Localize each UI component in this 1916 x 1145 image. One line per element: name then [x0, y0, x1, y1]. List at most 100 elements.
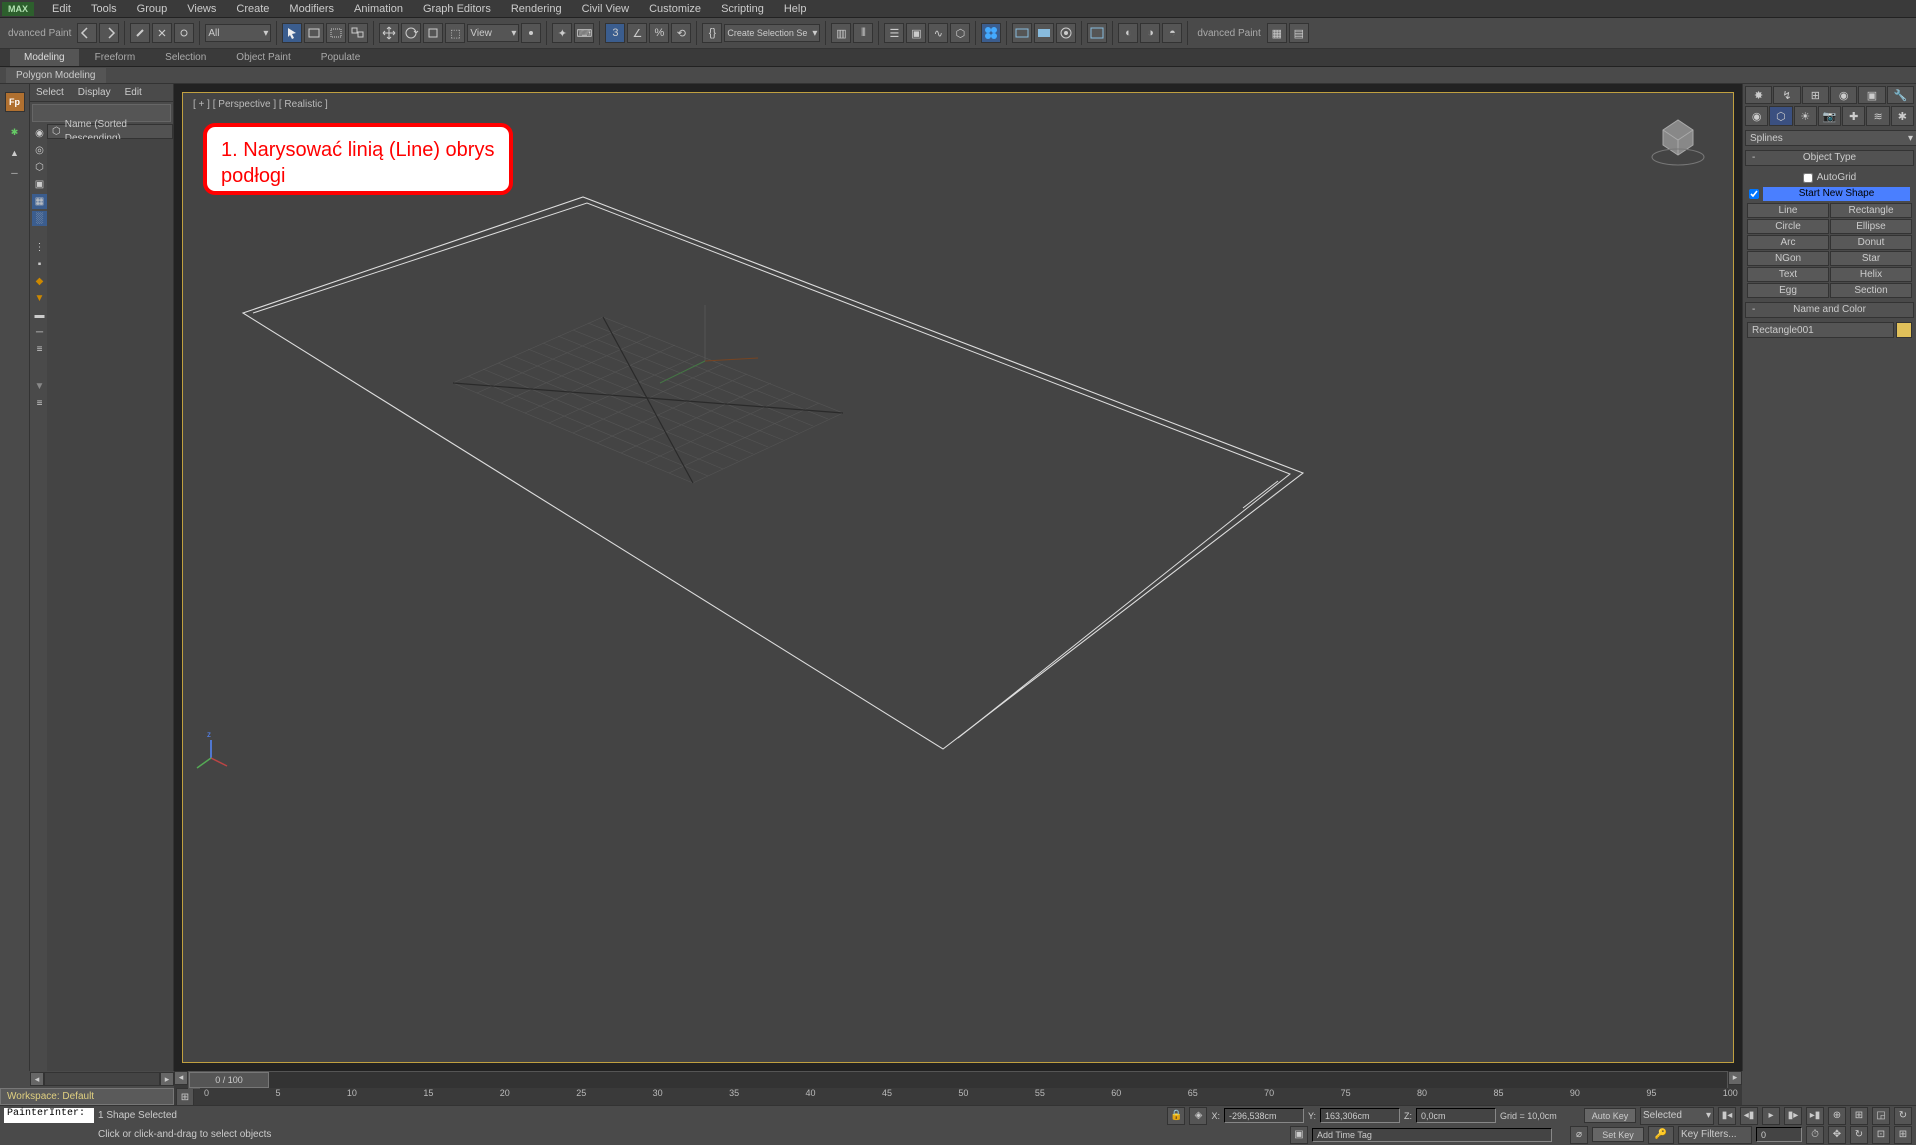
scroll-left-icon[interactable]: ◂	[30, 1072, 44, 1086]
select-name-button[interactable]	[304, 23, 324, 43]
cmdtab-display[interactable]: ▣	[1858, 86, 1885, 104]
timeline-ruler[interactable]: 0510152025303540455055606570758085909510…	[200, 1088, 1742, 1104]
frozen-icon[interactable]: ◆	[32, 274, 47, 289]
color-swatch[interactable]	[1896, 322, 1912, 338]
btn-text[interactable]: Text	[1747, 267, 1829, 282]
render-production-button[interactable]	[1056, 23, 1076, 43]
btn-arc[interactable]: Arc	[1747, 235, 1829, 250]
startnew-check[interactable]	[1749, 189, 1759, 199]
anim-goto-start[interactable]: ▮◂	[1718, 1107, 1736, 1125]
keyboard-shortcut-button[interactable]: ⌨	[574, 23, 594, 43]
percent-snap-button[interactable]: %	[649, 23, 669, 43]
menu-group[interactable]: Group	[127, 0, 178, 18]
key-mode-combo[interactable]: Selected▾	[1640, 1107, 1714, 1125]
anim-btn-a[interactable]: ⊞	[176, 1088, 194, 1106]
btn-circle[interactable]: Circle	[1747, 219, 1829, 234]
menu-modifiers[interactable]: Modifiers	[279, 0, 344, 18]
select-object-button[interactable]	[282, 23, 302, 43]
coord-x[interactable]: -296,538cm	[1224, 1108, 1304, 1123]
object-name-input[interactable]	[1747, 322, 1894, 338]
camera-icon[interactable]: ▣	[32, 177, 47, 192]
unknown-btn-3[interactable]: ◓	[1162, 23, 1182, 43]
misc-icon-3[interactable]: ≡	[32, 342, 47, 357]
light-icon[interactable]: ◎	[32, 143, 47, 158]
sb-icon-1[interactable]: ✱	[5, 124, 25, 141]
select-region-button[interactable]	[326, 23, 346, 43]
subtab-lights[interactable]: ☀	[1794, 106, 1817, 126]
anim-goto-end[interactable]: ▸▮	[1806, 1107, 1824, 1125]
settings-icon[interactable]: ≡	[32, 396, 47, 411]
helper-icon[interactable]: ▦	[32, 194, 47, 209]
scroll-right-icon[interactable]: ▸	[160, 1072, 174, 1086]
menu-customize[interactable]: Customize	[639, 0, 711, 18]
shape-icon[interactable]: ⬡	[32, 160, 47, 175]
link-button[interactable]	[130, 23, 150, 43]
subtab-systems[interactable]: ✱	[1891, 106, 1914, 126]
scale-button[interactable]	[423, 23, 443, 43]
subtab-geometry[interactable]: ◉	[1745, 106, 1768, 126]
btn-ellipse[interactable]: Ellipse	[1830, 219, 1912, 234]
coord-z[interactable]: 0,0cm	[1416, 1108, 1496, 1123]
paint-btn-2[interactable]: ▤	[1289, 23, 1309, 43]
tab-modeling[interactable]: Modeling	[10, 49, 79, 66]
autogrid-check[interactable]	[1803, 173, 1813, 183]
redo-button[interactable]	[99, 23, 119, 43]
btn-ngon[interactable]: NGon	[1747, 251, 1829, 266]
placement-button[interactable]: ⬚	[445, 23, 465, 43]
script-listener[interactable]: PainterInter:	[4, 1108, 94, 1123]
named-selection-combo[interactable]: Create Selection Se▾	[724, 24, 820, 42]
funnel-icon[interactable]: ▼	[32, 379, 47, 394]
curve-editor-button[interactable]: ∿	[928, 23, 948, 43]
autokey-button[interactable]: Auto Key	[1584, 1108, 1636, 1123]
workspace-label[interactable]: Workspace: Default	[0, 1088, 174, 1105]
menu-animation[interactable]: Animation	[344, 0, 413, 18]
unlink-button[interactable]	[152, 23, 172, 43]
tab-populate[interactable]: Populate	[307, 49, 374, 66]
se-hscroll[interactable]: ◂ ▸	[30, 1071, 174, 1087]
cmdtab-motion[interactable]: ◉	[1830, 86, 1857, 104]
sb-icon-3[interactable]: ─	[5, 164, 25, 181]
hidden-icon[interactable]: ▼	[32, 291, 47, 306]
anim-next-frame[interactable]: ▮▸	[1784, 1107, 1802, 1125]
app-badge[interactable]: MAX	[2, 2, 34, 16]
misc-icon-1[interactable]: ▬	[32, 308, 47, 323]
sub-polygon-modeling[interactable]: Polygon Modeling	[6, 68, 106, 83]
menu-views[interactable]: Views	[177, 0, 226, 18]
menu-scripting[interactable]: Scripting	[711, 0, 774, 18]
se-tab-display[interactable]: Display	[78, 87, 111, 98]
selection-filter-combo[interactable]: All▾	[205, 24, 271, 42]
time-next[interactable]: ▸	[1728, 1071, 1742, 1085]
align-button[interactable]: ⫴	[853, 23, 873, 43]
menu-create[interactable]: Create	[226, 0, 279, 18]
cmdtab-utilities[interactable]: 🔧	[1887, 86, 1914, 104]
menu-help[interactable]: Help	[774, 0, 817, 18]
misc-icon-2[interactable]: ─	[32, 325, 47, 340]
btn-egg[interactable]: Egg	[1747, 283, 1829, 298]
tab-freeform[interactable]: Freeform	[81, 49, 150, 66]
nav-3[interactable]: ◲	[1872, 1107, 1890, 1125]
spinner-snap-button[interactable]: ⟲	[671, 23, 691, 43]
toggle-ribbon-button[interactable]: ▣	[906, 23, 926, 43]
rollout-object-type[interactable]: Object Type	[1745, 150, 1914, 166]
snap-toggle-button[interactable]: 3	[605, 23, 625, 43]
lock-icon[interactable]: 🔒	[1167, 1107, 1185, 1125]
angle-snap-button[interactable]: ∠	[627, 23, 647, 43]
viewport[interactable]: [ + ] [ Perspective ] [ Realistic ] 1. N…	[182, 92, 1734, 1063]
bind-button[interactable]	[174, 23, 194, 43]
container-icon[interactable]: ▪	[32, 257, 47, 272]
btn-helix[interactable]: Helix	[1830, 267, 1912, 282]
unknown-btn-1[interactable]: ◐	[1118, 23, 1138, 43]
nav-4[interactable]: ↻	[1894, 1107, 1912, 1125]
tab-object-paint[interactable]: Object Paint	[222, 49, 304, 66]
pivot-button[interactable]	[521, 23, 541, 43]
menu-rendering[interactable]: Rendering	[501, 0, 572, 18]
schematic-view-button[interactable]: ⬡	[950, 23, 970, 43]
paint-btn-1[interactable]: ▦	[1267, 23, 1287, 43]
bone-icon[interactable]: ⋮	[32, 240, 47, 255]
viewcube[interactable]	[1643, 105, 1713, 175]
undo-button[interactable]	[77, 23, 97, 43]
unknown-btn-2[interactable]: ◑	[1140, 23, 1160, 43]
subtab-shapes[interactable]: ⬡	[1769, 106, 1792, 126]
se-column-header[interactable]: ⬡Name (Sorted Descending)	[47, 124, 173, 139]
subtab-spacewarps[interactable]: ≋	[1866, 106, 1889, 126]
